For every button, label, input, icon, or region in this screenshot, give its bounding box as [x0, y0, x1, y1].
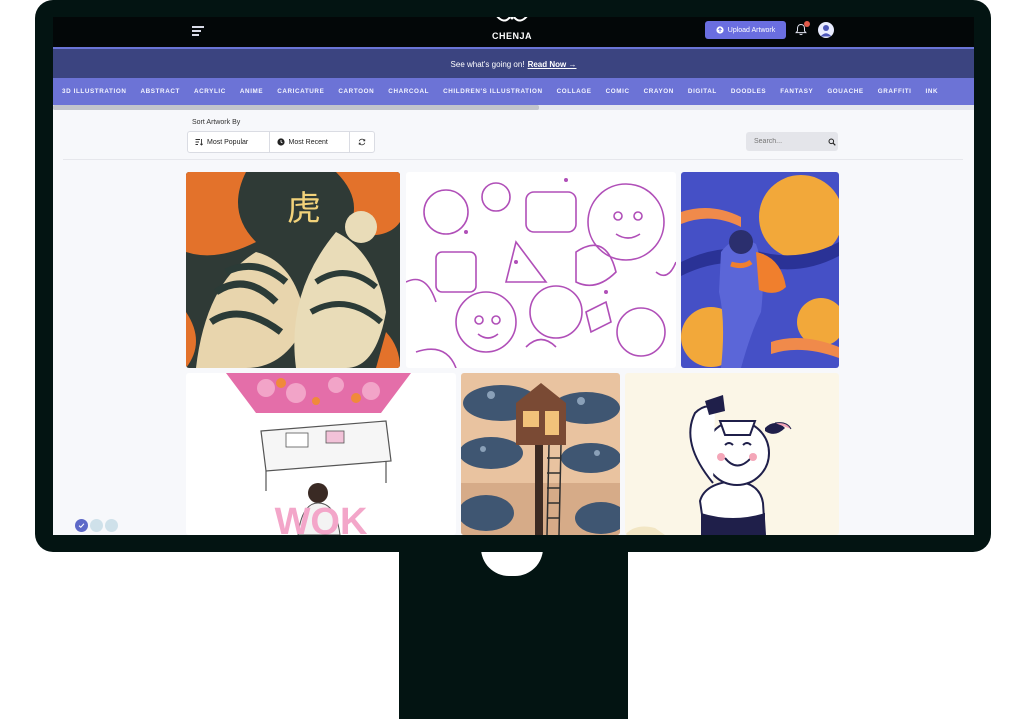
search-box [746, 132, 838, 151]
category-acrylic[interactable]: ACRYLIC [187, 88, 233, 95]
category-childrens-illustration[interactable]: CHILDREN'S ILLUSTRATION [436, 88, 549, 95]
treehouse-artwork[interactable] [461, 373, 620, 535]
category-digital[interactable]: DIGITAL [681, 88, 724, 95]
logo-mark-icon [496, 17, 528, 22]
page-dot[interactable] [105, 519, 118, 532]
search-icon[interactable] [828, 138, 836, 146]
category-graffiti[interactable]: GRAFFITI [871, 88, 919, 95]
category-gouache[interactable]: GOUACHE [820, 88, 870, 95]
sort-most-popular-label: Most Popular [207, 138, 249, 146]
sort-most-recent-label: Most Recent [288, 138, 328, 146]
pagination-dots [75, 519, 118, 532]
category-scrollbar-thumb[interactable] [53, 105, 539, 110]
tiger-glyph: 虎 [287, 189, 321, 229]
screen: CHENJA Upload Artwork See what's going o… [53, 17, 974, 535]
category-comic[interactable]: COMIC [599, 88, 637, 95]
category-cartoon[interactable]: CARTOON [331, 88, 381, 95]
page-dot-active[interactable] [75, 519, 88, 532]
brand-logo[interactable]: CHENJA [490, 17, 534, 45]
toolbar-divider [63, 159, 963, 160]
doodle-artwork[interactable] [406, 172, 676, 368]
brand-name: CHENJA [491, 31, 532, 41]
upload-artwork-label: Upload Artwork [727, 26, 776, 34]
read-now-link[interactable]: Read Now → [528, 60, 577, 69]
announcement-text: See what's going on! [450, 60, 525, 69]
upload-icon [716, 26, 724, 34]
category-bar: 3D ILLUSTRATION ABSTRACT ACRYLIC ANIME C… [53, 78, 974, 105]
menu-icon[interactable] [192, 26, 204, 36]
wind-walker-artwork[interactable] [681, 172, 839, 368]
category-caricature[interactable]: CARICATURE [270, 88, 331, 95]
category-crayon[interactable]: CRAYON [637, 88, 681, 95]
page-dot[interactable] [90, 519, 103, 532]
check-icon [78, 523, 85, 528]
sort-label: Sort Artwork By [192, 119, 241, 126]
search-input[interactable] [746, 137, 826, 146]
sort-options: Most Popular Most Recent [187, 131, 375, 153]
category-ink[interactable]: INK [919, 88, 946, 95]
avatar-icon[interactable] [818, 22, 834, 38]
category-doodles[interactable]: DOODLES [724, 88, 773, 95]
coffee-head-artwork[interactable] [625, 373, 839, 535]
category-anime[interactable]: ANIME [233, 88, 270, 95]
notification-badge [804, 21, 810, 27]
refresh-icon [358, 138, 366, 146]
sort-most-recent-button[interactable]: Most Recent [270, 132, 351, 152]
category-3d-illustration[interactable]: 3D ILLUSTRATION [53, 88, 134, 95]
top-navigation: CHENJA Upload Artwork [53, 17, 974, 47]
work-desk-artwork[interactable]: WOK [186, 373, 456, 535]
category-charcoal[interactable]: CHARCOAL [381, 88, 436, 95]
refresh-button[interactable] [350, 132, 374, 152]
announcement-bar: See what's going on! Read Now → [53, 47, 974, 80]
category-fantasy[interactable]: FANTASY [773, 88, 820, 95]
sort-most-popular-button[interactable]: Most Popular [188, 132, 270, 152]
sort-icon [195, 139, 203, 146]
category-abstract[interactable]: ABSTRACT [134, 88, 187, 95]
work-artwork-text: WOK [275, 501, 368, 535]
clock-icon [276, 138, 285, 146]
upload-artwork-button[interactable]: Upload Artwork [705, 21, 786, 39]
category-scrollbar[interactable] [53, 105, 974, 110]
tiger-artwork[interactable]: 虎 [186, 172, 400, 368]
category-collage[interactable]: COLLAGE [550, 88, 599, 95]
